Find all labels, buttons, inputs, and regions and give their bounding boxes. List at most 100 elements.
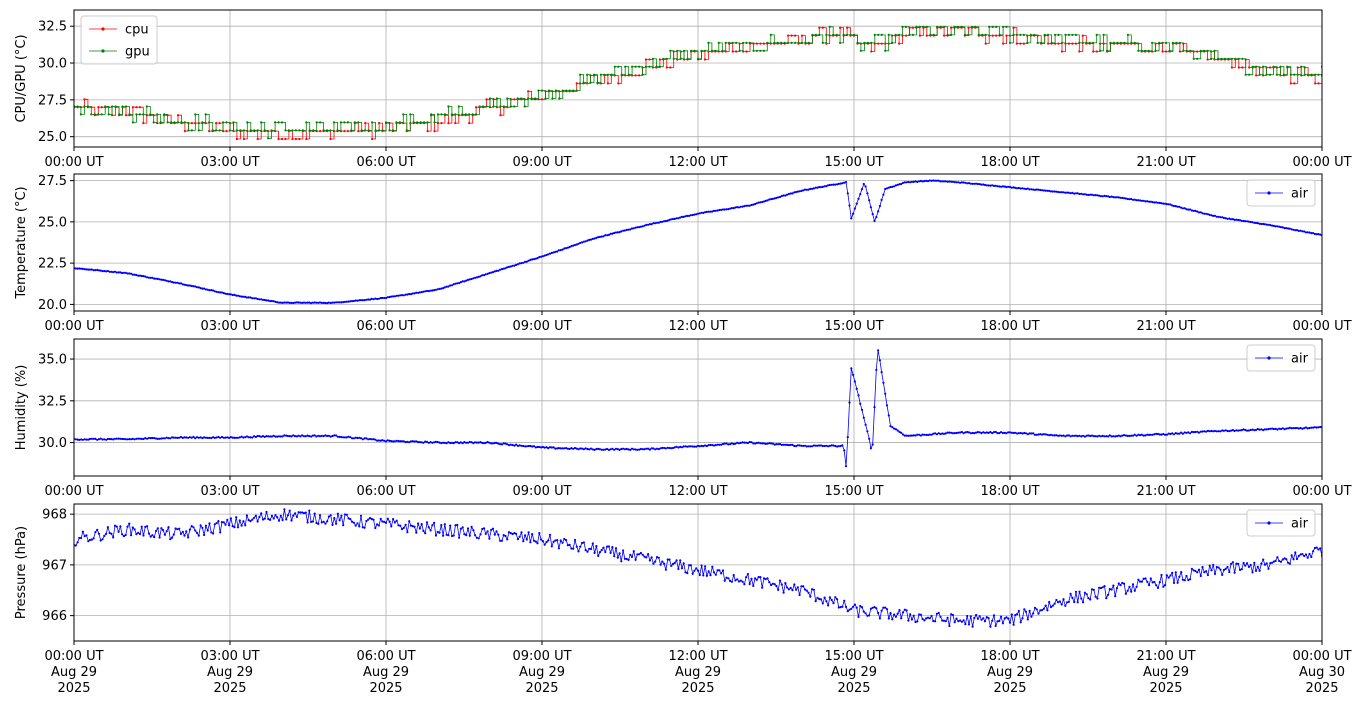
data-point-cpu [475,106,478,109]
data-point-air [92,537,95,540]
data-point-air [222,521,225,524]
data-point-air [128,522,131,525]
data-point-gpu [995,25,998,28]
data-point-air [960,620,964,623]
data-point-air [194,529,197,532]
data-point-gpu [1310,73,1313,76]
data-point-air [1085,593,1088,596]
data-point-air [748,582,751,586]
data-point-gpu [866,41,870,45]
data-point-cpu [794,34,797,37]
data-point-air [167,526,170,529]
data-point-air [1176,581,1179,584]
data-point-air [664,568,668,571]
data-point-air [859,193,862,196]
data-point-air [472,529,475,532]
data-point-air [750,441,753,444]
data-point-air [431,524,434,527]
data-point-gpu [1019,33,1022,37]
data-point-air [850,367,853,370]
data-point-air [131,526,134,529]
data-point-air [1295,557,1299,561]
data-point-gpu [291,129,294,132]
data-point-air [106,526,109,529]
data-point-air [413,525,416,528]
data-point-air [1028,609,1031,613]
data-point-cpu [1015,42,1019,45]
data-point-air [524,534,527,537]
data-point-air [1265,562,1268,565]
data-point-air [850,217,853,220]
data-point-gpu [506,97,509,100]
data-point-air [859,604,862,608]
data-point-cpu [291,137,294,141]
data-point-air [1230,562,1233,566]
data-point-air [1023,608,1026,611]
data-point-gpu [738,49,741,52]
data-point-air [331,523,334,527]
data-point-cpu [208,130,211,133]
data-point-gpu [648,65,651,68]
data-point-gpu [298,129,301,132]
data-point-air [1164,584,1167,587]
y-tick-label: 30.0 [38,436,67,451]
data-point-gpu [1279,65,1282,68]
data-point-gpu [1182,49,1185,52]
data-point-air [212,532,215,535]
data-point-air [887,617,890,620]
data-point-air [704,565,707,568]
data-point-air [1126,589,1129,592]
data-point-air [1263,563,1266,566]
data-point-gpu [1234,57,1237,60]
data-point-air [1267,567,1270,570]
data-point-air [880,609,883,612]
x-tick-year: 2025 [525,681,558,696]
data-point-gpu [201,121,204,124]
data-point-air [304,511,307,514]
data-point-air [639,551,643,555]
data-point-gpu [478,105,481,108]
data-point-air [702,574,705,577]
x-tick-year: 2025 [837,681,870,696]
data-point-air [172,533,175,536]
data-point-air [484,532,487,536]
data-point-air [777,588,780,592]
data-point-air [294,512,297,515]
data-point-air [712,571,716,574]
data-point-air [1140,580,1143,583]
data-point-air [251,436,254,439]
data-point-air [556,539,559,542]
data-point-air [372,518,375,521]
data-point-air [1249,563,1252,567]
data-point-cpu [648,58,651,61]
data-point-gpu [1241,57,1244,60]
data-point-air [705,574,709,577]
data-point-air [1087,597,1090,600]
data-point-air [607,545,611,548]
data-point-cpu [319,130,322,133]
data-point-cpu [433,130,436,133]
data-point-air [468,534,471,537]
data-point-gpu [551,97,554,100]
data-point-gpu [568,89,571,92]
data-point-air [629,553,632,556]
data-point-gpu [544,97,547,100]
data-point-gpu [592,73,596,76]
data-point-gpu [599,73,603,76]
data-point-gpu [762,49,766,52]
data-point-cpu [898,42,901,45]
data-point-air [862,182,865,186]
data-point-air [575,545,578,548]
data-point-air [217,520,220,523]
x-tick-year: 2025 [1149,681,1182,696]
data-point-air [249,520,252,523]
data-point-air [215,522,218,525]
data-point-air [868,437,871,440]
data-point-air [875,216,878,219]
data-point-gpu [409,113,412,116]
data-point-gpu [381,129,384,132]
data-point-air [579,545,582,548]
data-point-gpu [1119,41,1122,45]
data-point-gpu [1265,73,1268,76]
data-point-air [573,538,577,542]
